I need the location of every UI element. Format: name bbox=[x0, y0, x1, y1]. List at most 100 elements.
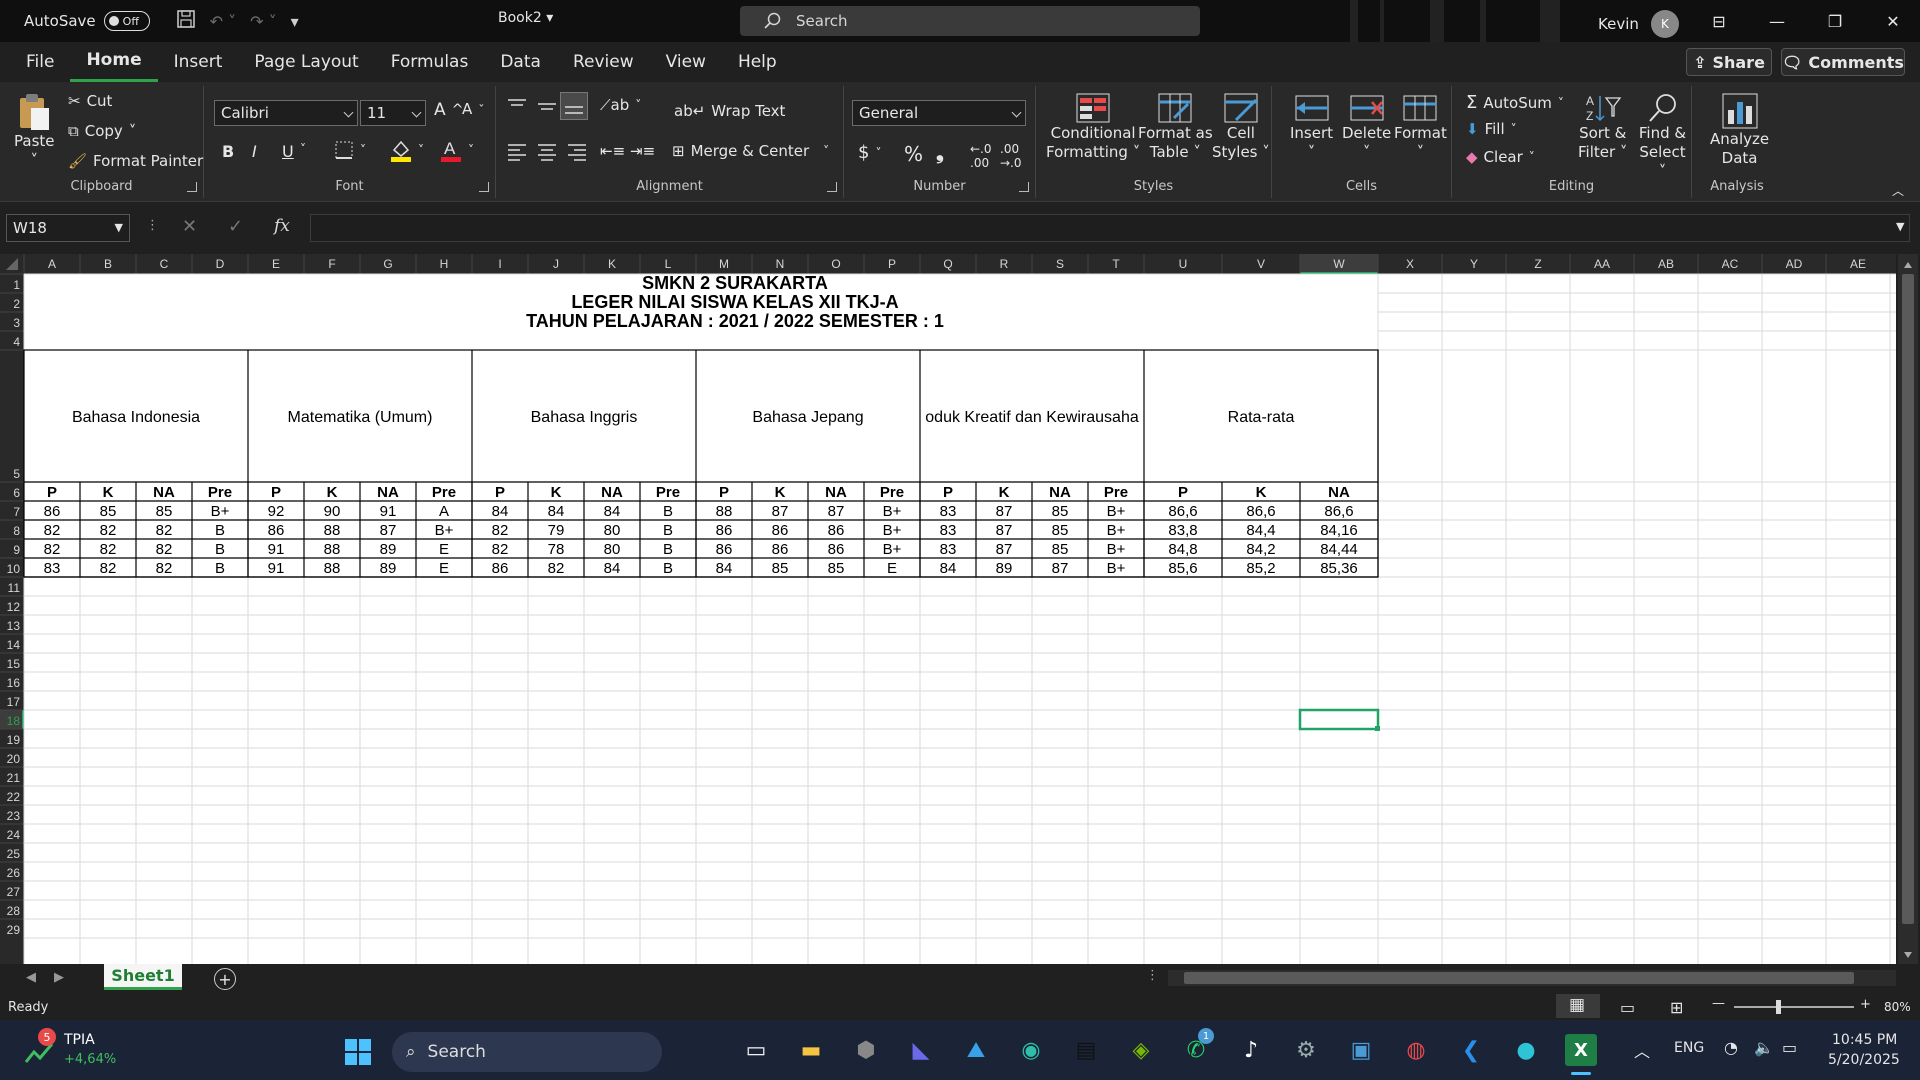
data-cell[interactable]: 84 bbox=[492, 503, 509, 520]
data-cell[interactable]: 82 bbox=[156, 541, 173, 558]
redo-icon[interactable]: ↷ ˅ bbox=[250, 12, 277, 31]
cut-button[interactable]: ✂ Cut bbox=[68, 92, 112, 110]
delete-cells-button[interactable]: Delete ˅ bbox=[1342, 92, 1391, 162]
name-box[interactable]: W18 ▼ bbox=[6, 214, 130, 242]
subheader-cell[interactable]: P bbox=[47, 484, 57, 501]
control-panel-icon[interactable]: ▣ bbox=[1345, 1034, 1377, 1066]
format-as-table-button[interactable]: Format as Table ˅ bbox=[1138, 92, 1213, 162]
data-cell[interactable]: B+ bbox=[435, 522, 454, 539]
row-header-20[interactable]: 20 bbox=[7, 752, 21, 766]
row-header-1[interactable]: 1 bbox=[13, 278, 20, 292]
row-header-21[interactable]: 21 bbox=[7, 771, 21, 785]
row-header-16[interactable]: 16 bbox=[7, 676, 21, 690]
data-cell[interactable]: 87 bbox=[996, 541, 1013, 558]
insert-cells-button[interactable]: Insert ˅ bbox=[1290, 92, 1333, 162]
windows-start-icon[interactable] bbox=[344, 1038, 372, 1066]
sheet-tab-sheet1[interactable]: Sheet1 bbox=[104, 964, 182, 990]
data-cell[interactable]: A bbox=[439, 503, 449, 520]
number-launcher-icon[interactable] bbox=[1019, 182, 1029, 192]
stock-widget[interactable]: 5 TPIA +4,64% bbox=[24, 1028, 144, 1072]
data-cell[interactable]: B+ bbox=[1107, 522, 1126, 539]
sheet-title3[interactable]: TAHUN PELAJARAN : 2021 / 2022 SEMESTER :… bbox=[526, 311, 944, 331]
column-header-P[interactable]: P bbox=[888, 257, 896, 271]
clipboard-launcher-icon[interactable] bbox=[187, 182, 197, 192]
tiktok-icon[interactable]: ♪ bbox=[1235, 1034, 1267, 1066]
data-cell[interactable]: 86,6 bbox=[1246, 503, 1275, 520]
format-painter-button[interactable]: 🖌 Format Painter bbox=[68, 152, 203, 170]
data-cell[interactable]: 82 bbox=[492, 522, 509, 539]
taskbar-search[interactable]: ⌕ Search bbox=[392, 1032, 662, 1072]
data-cell[interactable]: 84 bbox=[716, 560, 733, 577]
data-cell[interactable]: 84,4 bbox=[1246, 522, 1275, 539]
data-cell[interactable]: 83,8 bbox=[1168, 522, 1197, 539]
zoom-out-icon[interactable]: — bbox=[1712, 996, 1725, 1011]
data-cell[interactable]: 90 bbox=[324, 503, 341, 520]
row-header-5[interactable]: 5 bbox=[13, 467, 20, 481]
row-header-27[interactable]: 27 bbox=[7, 885, 21, 899]
data-cell[interactable]: 87 bbox=[996, 522, 1013, 539]
row-header-15[interactable]: 15 bbox=[7, 657, 21, 671]
row-header-4[interactable]: 4 bbox=[13, 335, 20, 349]
sort-filter-button[interactable]: AZ Sort & Filter ˅ bbox=[1578, 92, 1627, 162]
app-red-icon[interactable]: ◍ bbox=[1400, 1034, 1432, 1066]
column-header-AC[interactable]: AC bbox=[1722, 257, 1739, 271]
wifi-icon[interactable]: ◔ bbox=[1724, 1038, 1738, 1057]
data-cell[interactable]: 91 bbox=[380, 503, 397, 520]
font-name-select[interactable]: Calibri bbox=[214, 100, 358, 126]
data-cell[interactable]: 85 bbox=[100, 503, 117, 520]
zoom-slider[interactable] bbox=[1734, 1000, 1854, 1014]
column-header-X[interactable]: X bbox=[1406, 257, 1414, 271]
data-cell[interactable]: 85 bbox=[1052, 522, 1069, 539]
worksheet-area[interactable]: A B C D E F G H I J K L M N O P Q R S T U V W X Y Z AA AB AC AD AE 1 2 3 4… bbox=[0, 254, 1920, 964]
subject-header-1[interactable]: Bahasa Indonesia bbox=[72, 409, 200, 426]
data-cell[interactable]: B+ bbox=[883, 522, 902, 539]
data-cell[interactable]: 79 bbox=[548, 522, 565, 539]
subject-header-6[interactable]: Rata-rata bbox=[1228, 409, 1295, 426]
data-cell[interactable]: 86,6 bbox=[1324, 503, 1353, 520]
subject-header-4[interactable]: Bahasa Jepang bbox=[752, 409, 863, 426]
data-cell[interactable]: B+ bbox=[211, 503, 230, 520]
minimize-icon[interactable]: — bbox=[1748, 6, 1806, 36]
merge-center-button[interactable]: ⊞ Merge & Center ˅ bbox=[672, 142, 829, 160]
data-cell[interactable]: 91 bbox=[268, 560, 285, 577]
column-header-W[interactable]: W bbox=[1333, 257, 1345, 271]
column-header-V[interactable]: V bbox=[1257, 257, 1265, 271]
data-cell[interactable]: B bbox=[215, 541, 225, 558]
align-bottom-icon[interactable] bbox=[560, 92, 588, 120]
data-cell[interactable]: B+ bbox=[1107, 503, 1126, 520]
edge-icon[interactable]: ◉ bbox=[1015, 1034, 1047, 1066]
column-header-K[interactable]: K bbox=[608, 257, 616, 271]
data-cell[interactable]: 87 bbox=[772, 503, 789, 520]
data-cell[interactable]: 82 bbox=[156, 522, 173, 539]
subheader-cell[interactable]: NA bbox=[153, 484, 175, 501]
column-header-M[interactable]: M bbox=[719, 257, 729, 271]
column-header-Z[interactable]: Z bbox=[1534, 257, 1541, 271]
row-header-6[interactable]: 6 bbox=[13, 486, 20, 500]
column-header-T[interactable]: T bbox=[1112, 257, 1120, 271]
decrease-decimal-icon[interactable]: .00 →.0 bbox=[1000, 142, 1022, 170]
row-header-19[interactable]: 19 bbox=[7, 733, 21, 747]
data-cell[interactable]: 83 bbox=[44, 560, 61, 577]
column-header-AB[interactable]: AB bbox=[1658, 257, 1674, 271]
data-cell[interactable]: 87 bbox=[380, 522, 397, 539]
bold-button[interactable]: B bbox=[222, 142, 234, 161]
data-cell[interactable]: 82 bbox=[548, 560, 565, 577]
next-sheet-icon[interactable]: ▶ bbox=[54, 970, 64, 985]
data-cell[interactable]: 88 bbox=[324, 541, 341, 558]
settings-icon[interactable]: ⚙ bbox=[1290, 1034, 1322, 1066]
subheader-cell[interactable]: NA bbox=[1049, 484, 1071, 501]
align-middle-icon[interactable] bbox=[536, 96, 558, 116]
subheader-cell[interactable]: P bbox=[271, 484, 281, 501]
conditional-formatting-button[interactable]: Conditional Formatting ˅ bbox=[1046, 92, 1140, 162]
collapse-ribbon-icon[interactable]: ︿ bbox=[1892, 182, 1904, 199]
data-cell[interactable]: 89 bbox=[380, 560, 397, 577]
data-cell[interactable]: B bbox=[663, 541, 673, 558]
column-header-Y[interactable]: Y bbox=[1470, 257, 1478, 271]
subheader-cell[interactable]: K bbox=[1256, 484, 1267, 501]
data-cell[interactable]: 82 bbox=[100, 522, 117, 539]
column-header-A[interactable]: A bbox=[48, 257, 56, 271]
data-cell[interactable]: 85,6 bbox=[1168, 560, 1197, 577]
align-center-icon[interactable] bbox=[536, 142, 558, 162]
data-cell[interactable]: 80 bbox=[604, 541, 621, 558]
horizontal-scroll-thumb[interactable] bbox=[1184, 972, 1854, 984]
